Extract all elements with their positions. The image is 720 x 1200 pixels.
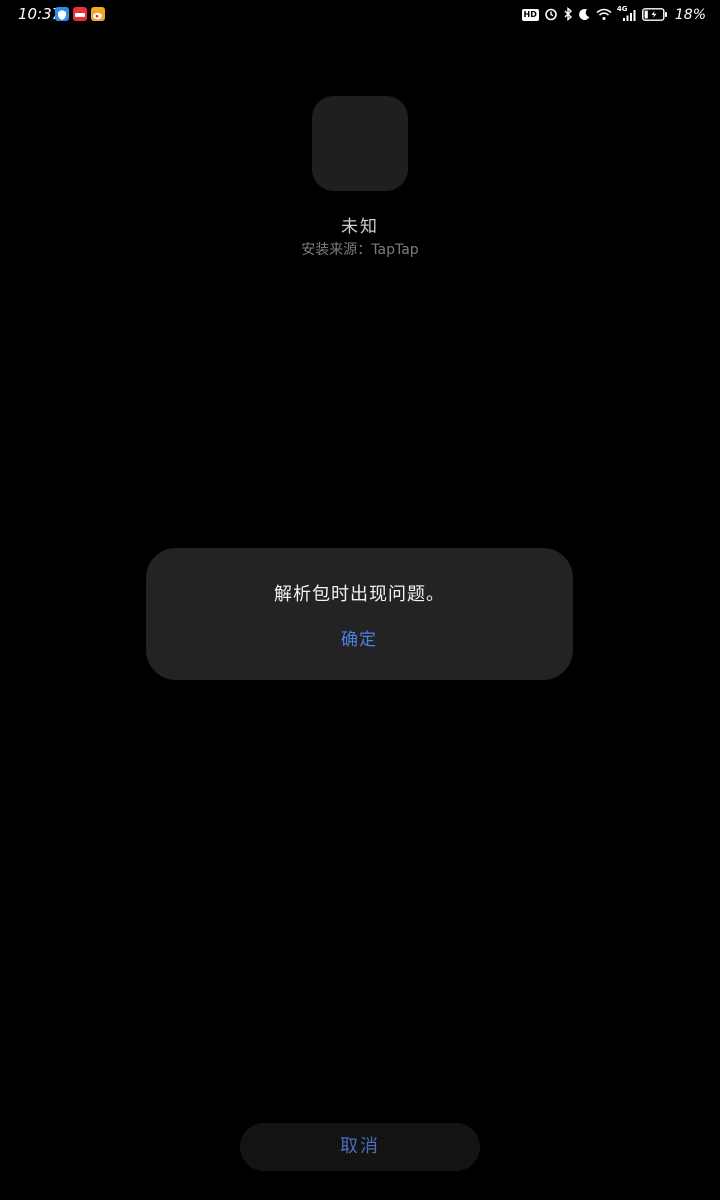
- status-bar: 10:37 HD 4G 18%: [0, 0, 720, 30]
- app-icon-placeholder: [312, 96, 408, 191]
- app-name: 未知: [341, 217, 379, 237]
- moon-icon: [578, 6, 591, 25]
- cancel-button[interactable]: 取消: [240, 1123, 480, 1171]
- install-source-label: 安装来源：TapTap: [301, 242, 419, 258]
- installer-screen: 10:37 HD 4G 18% 未知 安装来源：TapTap 解析包时出现问题。…: [0, 0, 720, 1200]
- red-app-icon: [73, 7, 87, 21]
- hd-icon: HD: [521, 9, 539, 21]
- signal-icon: 4G: [617, 5, 637, 22]
- shield-app-icon: [55, 7, 69, 21]
- confirm-button[interactable]: 确定: [309, 622, 409, 658]
- wifi-icon: [596, 6, 612, 25]
- parse-error-dialog: 解析包时出现问题。 确定: [146, 548, 573, 680]
- battery-icon: [641, 6, 668, 25]
- alarm-icon: [544, 6, 558, 25]
- weibo-app-icon: [91, 7, 105, 21]
- bluetooth-icon: [563, 6, 573, 25]
- battery-percent: 18%: [674, 7, 706, 23]
- dialog-message: 解析包时出现问题。: [274, 584, 445, 605]
- status-indicators: HD 4G 18%: [521, 5, 706, 25]
